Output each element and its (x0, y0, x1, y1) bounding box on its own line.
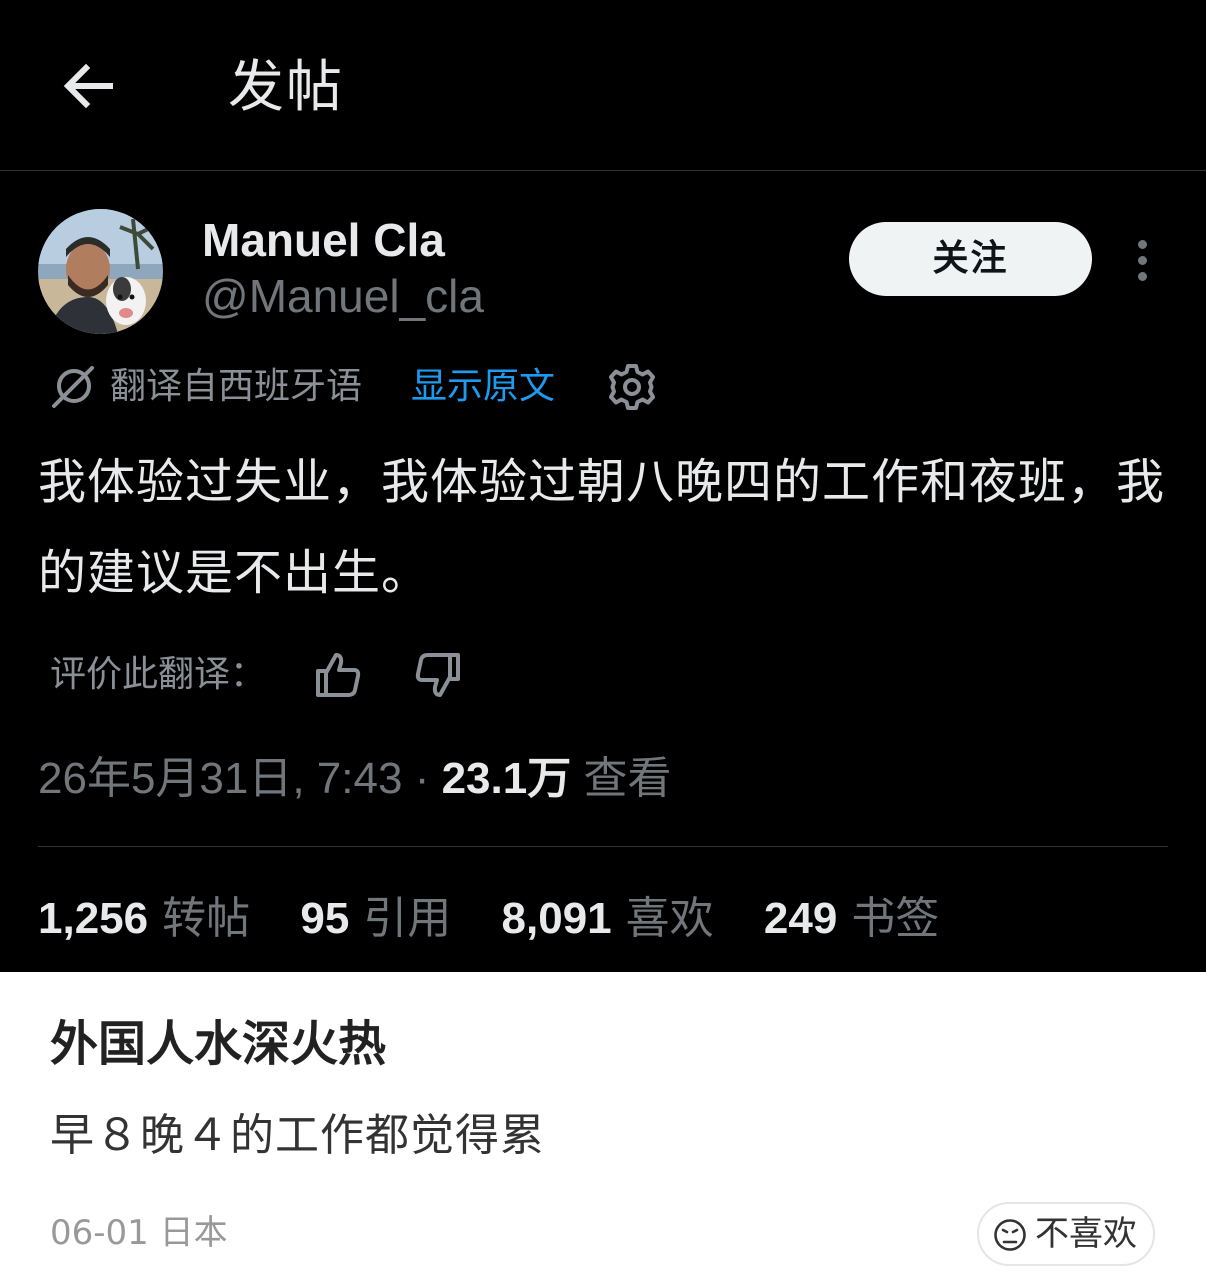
thumbs-down-icon (415, 653, 460, 697)
author-handle: @Manuel_cla (202, 270, 484, 322)
reposts-count: 1,256 (38, 894, 149, 943)
rate-translation-label: 评价此翻译： (50, 654, 267, 695)
follow-button[interactable]: 关注 (849, 222, 1092, 296)
gear-icon (609, 364, 655, 410)
rate-up-button[interactable] (312, 649, 364, 701)
translate-icon (52, 366, 94, 408)
rate-down-button[interactable] (412, 649, 464, 701)
post-meta: 26年5月31日, 7:43 · 23.1万 查看 (38, 750, 671, 808)
comment-location: 日本 (159, 1213, 228, 1253)
dislike-button[interactable]: 不喜欢 (977, 1202, 1155, 1266)
thumbs-up-icon (316, 653, 361, 697)
engagement-stats: 1,256 转帖 95 引用 8,091 喜欢 249 书签 (38, 890, 977, 948)
vertical-dots-icon (1138, 272, 1147, 281)
translation-settings-button[interactable] (607, 362, 657, 412)
comment-body: 早８晚４的工作都觉得累 (50, 1110, 545, 1161)
page-title: 发帖 (228, 55, 344, 120)
post-detail-panel: 发帖 Manuel Cla @Manuel_cla 关注 翻译自西班牙语 显示原… (0, 0, 1206, 972)
bookmarks-stat[interactable]: 249 书签 (764, 890, 939, 948)
meta-separator: · (414, 754, 430, 803)
reposts-stat[interactable]: 1,256 转帖 (38, 890, 250, 948)
post-datetime: 26年5月31日, 7:43 (38, 754, 403, 803)
bookmarks-label: 书签 (851, 894, 940, 943)
comment-meta: 06-01 日本 (50, 1210, 228, 1256)
post-text: 我体验过失业，我体验过朝八晚四的工作和夜班，我的建议是不出生。 (38, 454, 1166, 601)
vertical-dots-icon (1138, 256, 1147, 265)
avatar-photo (38, 209, 163, 334)
comment-card: 外国人水深火热 早８晚４的工作都觉得累 06-01 日本 不喜欢 (0, 972, 1206, 1285)
translated-from-label: 翻译自西班牙语 (110, 366, 363, 407)
author-display-name[interactable]: Manuel Cla (202, 212, 445, 268)
bookmarks-count: 249 (763, 894, 838, 943)
quotes-label: 引用 (363, 894, 452, 943)
likes-count: 8,091 (501, 894, 612, 943)
quotes-count: 95 (300, 894, 350, 943)
top-bar: 发帖 (0, 0, 1206, 171)
quotes-stat[interactable]: 95 引用 (300, 890, 451, 948)
view-count: 23.1万 (441, 754, 572, 803)
arrow-left-icon (63, 63, 113, 109)
show-original-link[interactable]: 显示原文 (411, 362, 555, 412)
likes-label: 喜欢 (625, 894, 714, 943)
divider (38, 846, 1168, 847)
vertical-dots-icon (1138, 240, 1147, 249)
likes-stat[interactable]: 8,091 喜欢 (502, 890, 714, 948)
frown-face-icon (994, 1219, 1026, 1251)
reposts-label: 转帖 (162, 894, 251, 943)
back-button[interactable] (52, 50, 124, 122)
comment-title: 外国人水深火热 (50, 1016, 387, 1072)
view-count-label: 查看 (583, 754, 672, 803)
comment-date: 06-01 (50, 1213, 149, 1253)
dislike-label: 不喜欢 (1035, 1214, 1137, 1254)
avatar[interactable] (38, 209, 163, 334)
more-options-button[interactable] (1124, 234, 1164, 286)
